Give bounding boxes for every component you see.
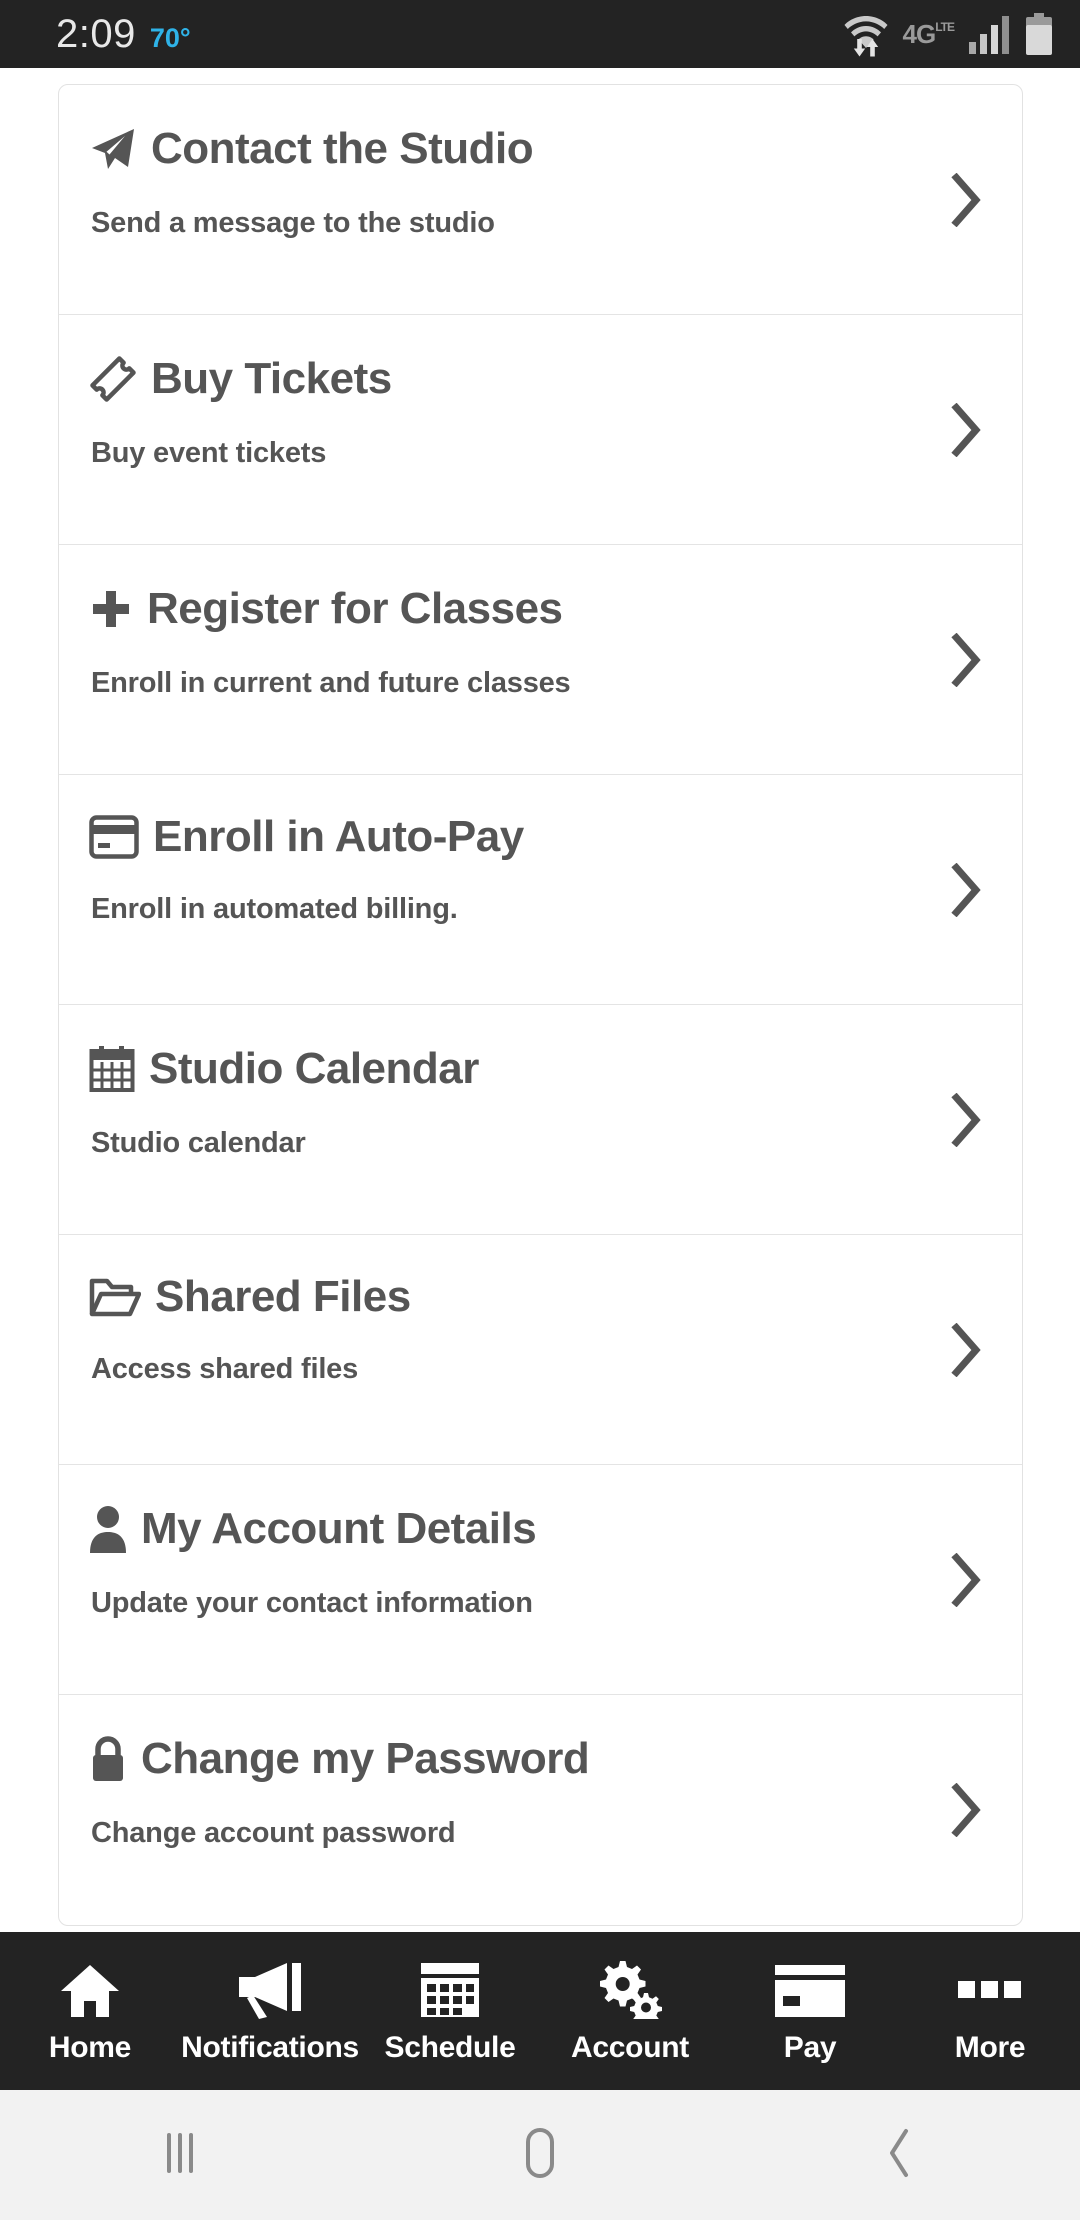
menu-item-title-row: Register for Classes [59,585,1022,633]
menu-item-subtitle: Enroll in automated billing. [91,893,458,925]
menu-item-buy-tickets[interactable]: Buy Tickets Buy event tickets [59,315,1022,545]
menu-item-title-row: Change my Password [59,1735,1022,1783]
menu-item-label: Studio Calendar [149,1044,479,1093]
menu-item-label: Register for Classes [147,584,563,633]
plus-icon [89,585,133,633]
menu-item-title-row: Studio Calendar [59,1045,1022,1093]
user-icon [89,1505,127,1553]
back-button[interactable] [720,2090,1080,2220]
menu-scroll-area[interactable]: Contact the Studio Send a message to the… [0,68,1080,1932]
network-4glte-icon: 4G LTE [902,18,955,49]
menu-item-change-my-password[interactable]: Change my Password Change account passwo… [59,1695,1022,1925]
menu-item-enroll-in-auto-pay[interactable]: Enroll in Auto-Pay Enroll in automated b… [59,775,1022,1005]
paper-plane-icon [89,125,137,173]
tab-label: Schedule [384,2031,516,2064]
menu-item-shared-files[interactable]: Shared Files Access shared files [59,1235,1022,1465]
tab-account[interactable]: Account [540,1932,720,2090]
menu-item-label: Buy Tickets [151,354,392,403]
recents-icon [155,2125,205,2186]
calendar-icon [89,1045,135,1093]
status-bar-clock: 2:09 [56,11,136,56]
tab-more[interactable]: More [900,1932,1080,2090]
bottom-tab-bar: Home Notifications Schedule Account Pay … [0,1932,1080,2090]
ellipsis-squares-icon [954,1957,1026,2019]
android-navigation-bar [0,2090,1080,2220]
megaphone-icon [237,1957,303,2019]
menu-item-label: Change my Password [141,1734,590,1783]
chevron-right-icon[interactable] [948,1322,982,1377]
tab-notifications[interactable]: Notifications [180,1932,360,2090]
recents-button[interactable] [0,2090,360,2220]
tab-home[interactable]: Home [0,1932,180,2090]
home-button[interactable] [360,2090,720,2220]
gears-icon [598,1957,662,2019]
chevron-right-icon[interactable] [948,172,982,227]
tab-label: Pay [783,2031,837,2064]
menu-item-label: My Account Details [141,1504,537,1553]
chevron-right-icon[interactable] [948,862,982,917]
chevron-right-icon[interactable] [948,402,982,457]
tab-label: Notifications [181,2031,359,2064]
menu-item-subtitle: Send a message to the studio [91,207,495,239]
status-bar-left: 2:09 70° [56,12,191,57]
tab-label: More [954,2031,1026,2064]
menu-item-subtitle: Update your contact information [91,1587,533,1619]
chevron-right-icon[interactable] [948,1092,982,1147]
lock-icon [89,1735,127,1783]
menu-item-label: Shared Files [155,1272,411,1321]
calendar-icon [420,1957,480,2019]
ticket-icon [89,355,137,403]
tab-label: Home [48,2031,132,2064]
tab-label: Account [571,2031,689,2064]
home-square-icon [514,2124,566,2187]
chevron-right-icon[interactable] [948,632,982,687]
credit-card-icon [774,1957,846,2019]
phone-screen: 2:09 70° 4G LTE Contact the Studio Send … [0,0,1080,2220]
menu-item-title-row: Buy Tickets [59,355,1022,403]
menu-item-subtitle: Change account password [91,1817,456,1849]
menu-card: Contact the Studio Send a message to the… [58,84,1023,1926]
status-bar-temperature: 70° [149,22,191,53]
menu-item-subtitle: Studio calendar [91,1127,306,1159]
home-icon [60,1957,120,2019]
menu-item-title-row: My Account Details [59,1505,1022,1553]
menu-item-label: Enroll in Auto-Pay [153,812,524,861]
chevron-right-icon[interactable] [948,1552,982,1607]
chevron-right-icon[interactable] [948,1782,982,1838]
credit-card-icon [89,815,139,859]
status-bar-right: 4G LTE [844,11,1052,57]
menu-item-title-row: Enroll in Auto-Pay [59,815,1022,859]
menu-item-subtitle: Access shared files [91,1353,359,1385]
menu-item-title-row: Contact the Studio [59,125,1022,173]
folder-open-icon [89,1276,141,1318]
menu-item-my-account-details[interactable]: My Account Details Update your contact i… [59,1465,1022,1695]
menu-item-label: Contact the Studio [151,124,534,173]
battery-icon [1026,13,1052,55]
menu-item-subtitle: Enroll in current and future classes [91,667,571,699]
menu-item-register-for-classes[interactable]: Register for Classes Enroll in current a… [59,545,1022,775]
signal-bars-icon [969,14,1011,54]
tab-schedule[interactable]: Schedule [360,1932,540,2090]
wifi-data-icon [844,11,888,57]
menu-item-studio-calendar[interactable]: Studio Calendar Studio calendar [59,1005,1022,1235]
menu-item-title-row: Shared Files [59,1275,1022,1319]
menu-item-contact-the-studio[interactable]: Contact the Studio Send a message to the… [59,85,1022,315]
status-bar: 2:09 70° 4G LTE [0,0,1080,68]
menu-item-subtitle: Buy event tickets [91,437,327,469]
tab-pay[interactable]: Pay [720,1932,900,2090]
back-chevron-icon [878,2125,922,2186]
